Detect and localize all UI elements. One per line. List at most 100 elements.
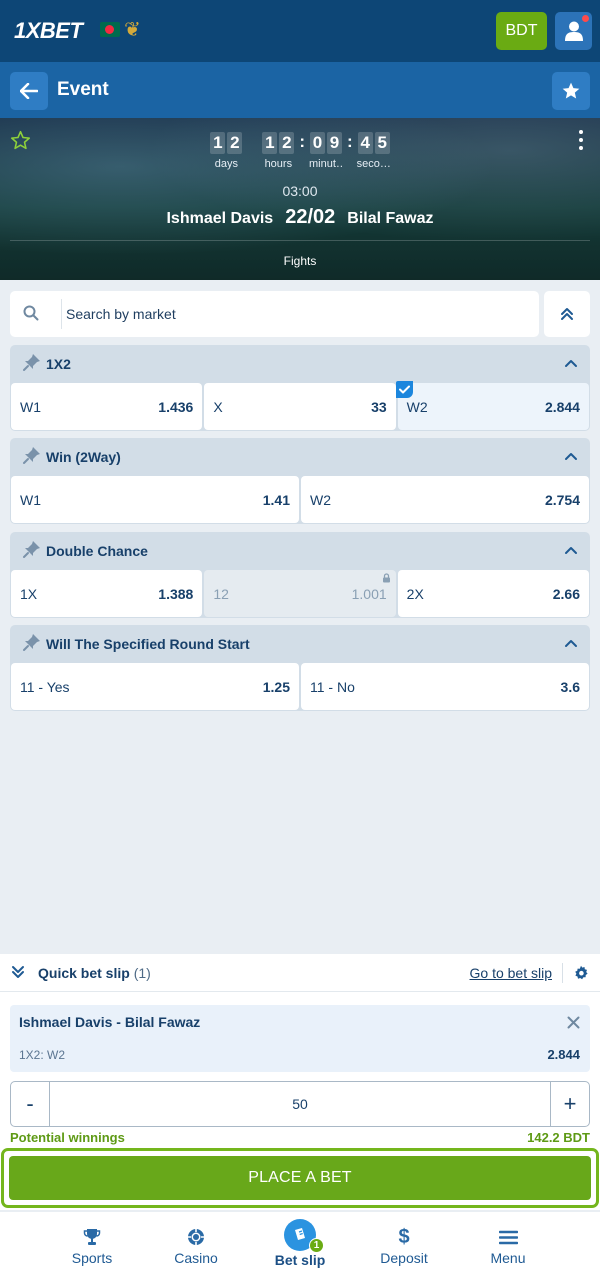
bet-odds: 2.844: [547, 1047, 580, 1062]
market-header[interactable]: 1X2: [10, 345, 590, 383]
countdown-timer: 12 days 12 hours : 09 minut… : 45 seco…: [0, 132, 600, 170]
odd-value: 1.41: [262, 491, 290, 508]
search-divider: [61, 299, 62, 329]
odd-label: W1: [20, 398, 41, 415]
chevron-up-icon[interactable]: [564, 451, 578, 461]
odd-button-selected[interactable]: W2 2.844: [395, 381, 589, 430]
countdown-label: days: [214, 158, 238, 170]
odd-button[interactable]: X 33: [204, 383, 396, 430]
close-icon[interactable]: [567, 1016, 580, 1029]
countdown-digit: 5: [374, 132, 390, 154]
slip-title-text: Quick bet slip: [38, 965, 130, 981]
pin-icon[interactable]: [22, 352, 42, 372]
market-1x2: 1X2 W1 1.436 X 33 W2 2.844: [10, 345, 590, 431]
odd-value: 1.25: [262, 678, 290, 695]
increase-stake-button[interactable]: +: [550, 1082, 589, 1126]
event-header: Event: [0, 62, 600, 118]
countdown-digit: 4: [357, 132, 373, 154]
hamburger-icon: [498, 1230, 518, 1244]
odd-button[interactable]: 1X 1.388: [11, 570, 203, 617]
countdown-hours: 12 hours: [261, 132, 295, 170]
arrow-left-icon: [20, 83, 38, 99]
odd-button[interactable]: W1 1.436: [11, 383, 203, 430]
odd-button[interactable]: 2X 2.66: [397, 570, 589, 617]
odd-value: 1.001: [351, 585, 387, 602]
bet-teams: Ishmael Davis - Bilal Fawaz: [19, 1014, 201, 1030]
pin-icon[interactable]: [22, 445, 42, 465]
market-header[interactable]: Double Chance: [10, 532, 590, 570]
notification-dot: [582, 15, 589, 22]
player-two: Bilal Fawaz: [347, 210, 434, 227]
nav-menu[interactable]: Menu: [456, 1212, 560, 1280]
chevron-up-icon[interactable]: [564, 638, 578, 648]
slip-count: (1): [133, 965, 151, 981]
search-icon: [23, 305, 39, 321]
divider: [10, 240, 590, 241]
pin-icon[interactable]: [22, 632, 42, 652]
odd-label: W1: [20, 491, 41, 508]
nav-sports[interactable]: Sports: [40, 1212, 144, 1280]
user-account-button[interactable]: [555, 12, 592, 50]
quick-bet-slip-title: Quick bet slip (1): [38, 965, 151, 981]
odd-label: X: [213, 398, 223, 415]
stake-input[interactable]: [50, 1082, 550, 1126]
casino-chip-icon: [188, 1229, 204, 1245]
odd-button[interactable]: 11 - Yes 1.25: [11, 663, 299, 710]
place-bet-button[interactable]: PLACE A BET: [9, 1156, 591, 1200]
odd-value: 2.844: [544, 398, 580, 415]
bangladesh-flag-icon: [100, 22, 120, 37]
nav-deposit[interactable]: $ Deposit: [352, 1212, 456, 1280]
potential-winnings: Potential winnings 142.2 BDT: [10, 1130, 590, 1145]
matchup: Ishmael Davis 22/02 Bilal Fawaz: [0, 206, 600, 229]
quick-bet-slip: Quick bet slip (1) Go to bet slip Ishmae…: [0, 954, 600, 1210]
double-chevron-up-icon: [561, 308, 573, 320]
quick-bet-slip-header: Quick bet slip (1) Go to bet slip: [0, 954, 600, 992]
nav-casino[interactable]: Casino: [144, 1212, 248, 1280]
odd-value: 3.6: [560, 678, 580, 695]
dollar-icon: $: [398, 1225, 410, 1248]
odd-value: 1.388: [158, 585, 194, 602]
chevron-up-icon[interactable]: [564, 358, 578, 368]
collapse-all-button[interactable]: [544, 291, 590, 337]
back-button[interactable]: [10, 72, 48, 110]
nav-label: Casino: [174, 1250, 218, 1266]
divider: [562, 963, 563, 983]
gear-icon[interactable]: [573, 965, 589, 981]
odd-label: 11 - No: [310, 678, 355, 695]
odd-value: 1.436: [158, 398, 194, 415]
bottom-navigation: Sports Casino 1 Bet slip $ Deposit Menu: [0, 1212, 600, 1280]
countdown-digit: 2: [279, 132, 295, 154]
countdown-separator: :: [299, 132, 305, 151]
brand-logo[interactable]: 1XBET: [14, 18, 83, 44]
search-input[interactable]: [66, 299, 526, 329]
go-to-bet-slip-link[interactable]: Go to bet slip: [470, 965, 553, 981]
market-header[interactable]: Win (2Way): [10, 438, 590, 476]
odd-label: W2: [406, 398, 428, 415]
favorite-button[interactable]: [552, 72, 590, 110]
star-icon: [562, 82, 580, 99]
odd-button[interactable]: W1 1.41: [11, 476, 299, 523]
page-title: Event: [57, 79, 109, 100]
countdown-digit: 2: [227, 132, 243, 154]
countdown-digit: 1: [210, 132, 226, 154]
decrease-stake-button[interactable]: -: [11, 1082, 50, 1126]
odd-button[interactable]: 11 - No 3.6: [301, 663, 589, 710]
currency-button[interactable]: BDT: [496, 12, 547, 50]
selected-check-icon: [395, 381, 413, 398]
nav-bet-slip[interactable]: 1 Bet slip: [248, 1212, 352, 1280]
odd-label: 1X: [20, 585, 38, 602]
user-icon: [564, 21, 583, 41]
market-title: Will The Specified Round Start: [46, 636, 250, 652]
potential-winnings-value: 142.2 BDT: [527, 1130, 590, 1145]
countdown-digit: 9: [327, 132, 342, 154]
countdown-label: seco…: [356, 158, 391, 170]
market-header[interactable]: Will The Specified Round Start: [10, 625, 590, 663]
chevron-up-icon[interactable]: [564, 545, 578, 555]
market-title: Win (2Way): [46, 449, 121, 465]
trophy-icon: [83, 1229, 101, 1245]
odd-button[interactable]: W2 2.754: [301, 476, 589, 523]
market-title: 1X2: [46, 356, 71, 372]
double-chevron-down-icon[interactable]: [11, 965, 25, 979]
player-one: Ishmael Davis: [166, 210, 274, 227]
pin-icon[interactable]: [22, 539, 42, 559]
